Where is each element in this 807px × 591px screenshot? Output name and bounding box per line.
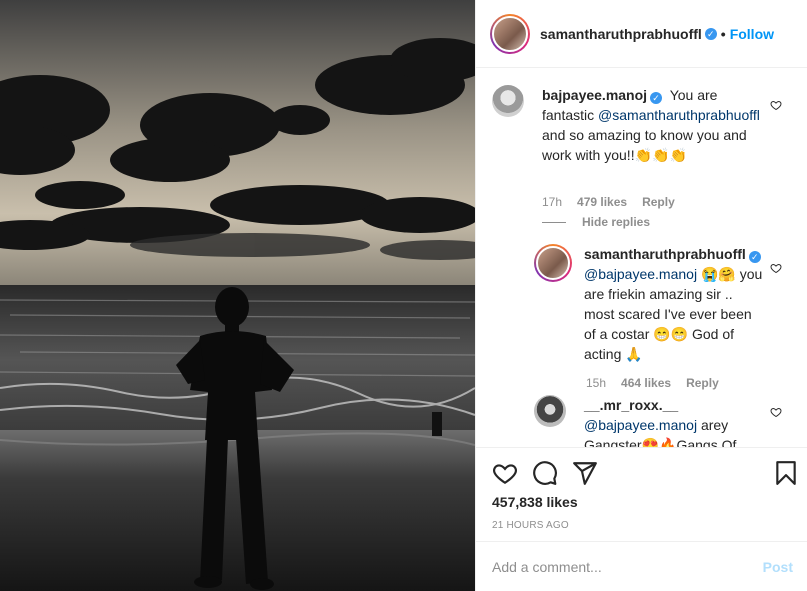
post-photo[interactable] bbox=[0, 0, 475, 591]
comments-list[interactable]: bajpayee.manoj ✓ You are fantastic @saman… bbox=[476, 69, 807, 447]
post-view: samantharuthprabhuoffl ✓ • Follow bajpay… bbox=[0, 0, 807, 591]
comment-body-b: and so amazing to know you and work with… bbox=[542, 127, 747, 163]
comment-likes[interactable]: 479 likes bbox=[577, 195, 627, 209]
reply-text: __.mr_roxx.__ @bajpayee.manoj arey Gangs… bbox=[584, 395, 764, 447]
author-username[interactable]: samantharuthprabhuoffl bbox=[540, 26, 702, 42]
reply-time[interactable]: 15h bbox=[586, 376, 606, 390]
add-comment-bar: Post bbox=[476, 541, 807, 591]
add-comment-input[interactable] bbox=[492, 558, 763, 575]
comment-icon[interactable] bbox=[532, 460, 558, 486]
reply-avatar[interactable] bbox=[534, 395, 566, 427]
hide-replies-line bbox=[542, 221, 566, 223]
comment-reply-button[interactable]: Reply bbox=[642, 195, 675, 209]
comment-time[interactable]: 17h bbox=[542, 195, 562, 209]
reply-meta: 15h 464 likes Reply bbox=[586, 376, 719, 390]
post-comment-button[interactable]: Post bbox=[763, 559, 793, 575]
reply-item: samantharuthprabhuoffl ✓ @bajpayee.manoj … bbox=[534, 244, 764, 364]
sunset-beach-image bbox=[0, 0, 475, 591]
reply-avatar[interactable] bbox=[534, 244, 572, 282]
post-actions: 457,838 likes 21 HOURS AGO bbox=[476, 447, 807, 541]
reply-heart-icon[interactable] bbox=[770, 262, 782, 274]
separator-dot: • bbox=[720, 25, 726, 42]
bookmark-icon[interactable] bbox=[773, 460, 799, 486]
post-side-panel: samantharuthprabhuoffl ✓ • Follow bajpay… bbox=[475, 0, 807, 591]
verified-badge-icon: ✓ bbox=[704, 27, 717, 40]
commenter-avatar[interactable] bbox=[492, 85, 524, 117]
reply-heart-icon[interactable] bbox=[770, 406, 782, 418]
post-timestamp[interactable]: 21 HOURS AGO bbox=[492, 520, 569, 531]
post-header: samantharuthprabhuoffl ✓ • Follow bbox=[476, 0, 807, 68]
verified-badge-icon: ✓ bbox=[650, 92, 663, 104]
paper-plane-icon[interactable] bbox=[572, 460, 598, 486]
author-avatar[interactable] bbox=[490, 13, 530, 54]
reply-item: __.mr_roxx.__ @bajpayee.manoj arey Gangs… bbox=[534, 395, 764, 447]
comment-heart-icon[interactable] bbox=[770, 99, 782, 111]
comment-mention[interactable]: @samantharuthprabhuoffl bbox=[598, 107, 760, 123]
reply-mention[interactable]: @bajpayee.manoj bbox=[584, 266, 697, 282]
reply-username[interactable]: __.mr_roxx.__ bbox=[584, 397, 678, 413]
reply-mention[interactable]: @bajpayee.manoj bbox=[584, 417, 697, 433]
comment-text: bajpayee.manoj ✓ You are fantastic @saman… bbox=[542, 85, 768, 165]
reply-username[interactable]: samantharuthprabhuoffl bbox=[584, 246, 746, 262]
heart-icon[interactable] bbox=[492, 460, 518, 486]
reply-text: samantharuthprabhuoffl ✓ @bajpayee.manoj … bbox=[584, 244, 764, 364]
verified-badge-icon: ✓ bbox=[748, 251, 761, 263]
comment-username[interactable]: bajpayee.manoj bbox=[542, 87, 647, 103]
hide-replies-label: Hide replies bbox=[582, 215, 651, 229]
follow-button[interactable]: Follow bbox=[730, 26, 774, 42]
likes-count[interactable]: 457,838 likes bbox=[492, 494, 578, 510]
reply-reply-button[interactable]: Reply bbox=[686, 376, 719, 390]
hide-replies-button[interactable]: Hide replies bbox=[542, 215, 650, 229]
comment-item: bajpayee.manoj ✓ You are fantastic @saman… bbox=[492, 85, 768, 165]
reply-likes[interactable]: 464 likes bbox=[621, 376, 671, 390]
comment-meta: 17h 479 likes Reply bbox=[542, 195, 675, 209]
